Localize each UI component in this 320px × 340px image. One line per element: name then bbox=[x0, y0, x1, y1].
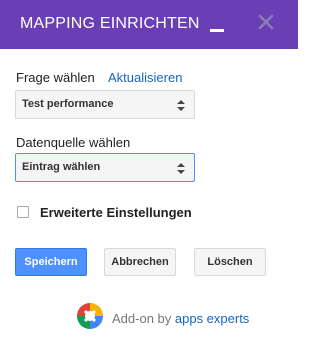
select-arrows-icon bbox=[177, 100, 185, 111]
advanced-settings-checkbox[interactable] bbox=[17, 206, 29, 218]
minimize-icon bbox=[210, 29, 224, 32]
datasource-select[interactable]: Eintrag wählen bbox=[15, 153, 195, 182]
minimize-button[interactable] bbox=[206, 14, 228, 36]
question-select-value: Test performance bbox=[22, 98, 114, 110]
question-select[interactable]: Test performance bbox=[15, 90, 195, 119]
datasource-label: Datenquelle wählen bbox=[16, 135, 131, 150]
datasource-select-value: Eintrag wählen bbox=[22, 161, 101, 173]
footer-credit: Add-on by apps experts bbox=[112, 311, 249, 326]
close-button[interactable] bbox=[255, 11, 277, 33]
refresh-link[interactable]: Aktualisieren bbox=[108, 70, 182, 85]
dialog-title: MAPPING EINRICHTEN bbox=[20, 15, 200, 32]
cancel-button[interactable]: Abbrechen bbox=[104, 248, 176, 276]
mapping-dialog: MAPPING EINRICHTEN Frage wählen Aktualis… bbox=[0, 0, 298, 340]
advanced-settings-label: Erweiterte Einstellungen bbox=[40, 205, 192, 220]
select-arrows-icon bbox=[177, 163, 185, 174]
question-label: Frage wählen bbox=[16, 70, 95, 85]
apps-experts-logo bbox=[77, 303, 103, 329]
save-button[interactable]: Speichern bbox=[15, 248, 87, 276]
delete-button[interactable]: Löschen bbox=[194, 248, 266, 276]
apps-experts-link[interactable]: apps experts bbox=[175, 311, 249, 326]
close-icon bbox=[258, 14, 274, 30]
dialog-header: MAPPING EINRICHTEN bbox=[0, 0, 298, 49]
footer-prefix: Add-on by bbox=[112, 311, 175, 326]
